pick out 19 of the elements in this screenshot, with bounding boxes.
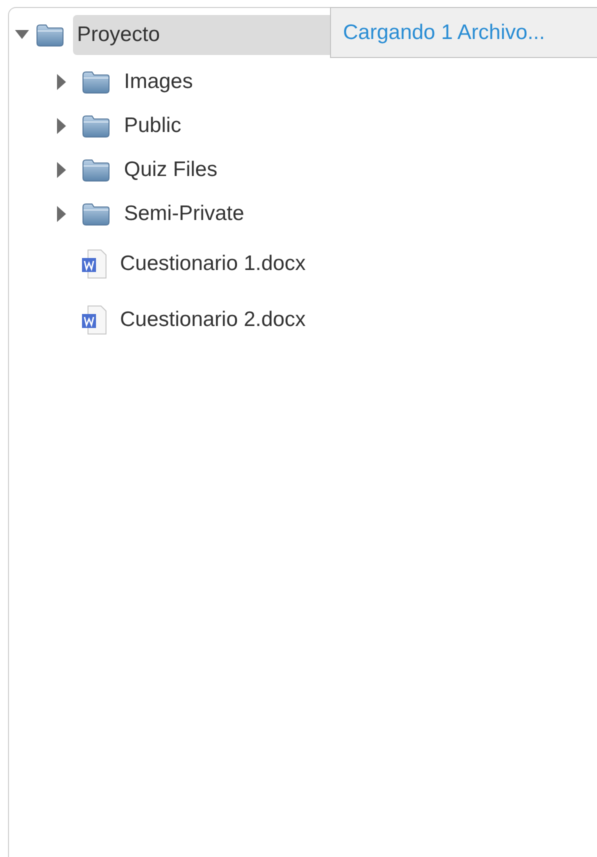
expand-arrow-icon[interactable] — [57, 118, 66, 134]
tree-item[interactable]: Quiz Files — [120, 152, 222, 188]
expand-arrow-icon[interactable] — [57, 74, 66, 90]
folder-icon — [81, 70, 111, 94]
expand-arrow-icon[interactable] — [57, 206, 66, 222]
document-icon — [81, 305, 107, 335]
tree-item[interactable]: Cuestionario 1.docx — [116, 246, 310, 282]
folder-icon — [81, 202, 111, 226]
expand-arrow-icon[interactable] — [57, 162, 66, 178]
collapse-arrow-icon[interactable] — [15, 30, 29, 40]
folder-icon — [81, 158, 111, 182]
tree-item[interactable]: Images — [120, 64, 197, 100]
tree-item[interactable]: Cuestionario 2.docx — [116, 302, 310, 338]
tree-item[interactable]: Semi-Private — [120, 196, 248, 232]
document-icon — [81, 249, 107, 279]
folder-icon — [81, 114, 111, 138]
tree-item[interactable]: Public — [120, 108, 186, 144]
folder-icon — [35, 23, 65, 47]
loading-tooltip: Cargando 1 Archivo... — [330, 7, 597, 58]
